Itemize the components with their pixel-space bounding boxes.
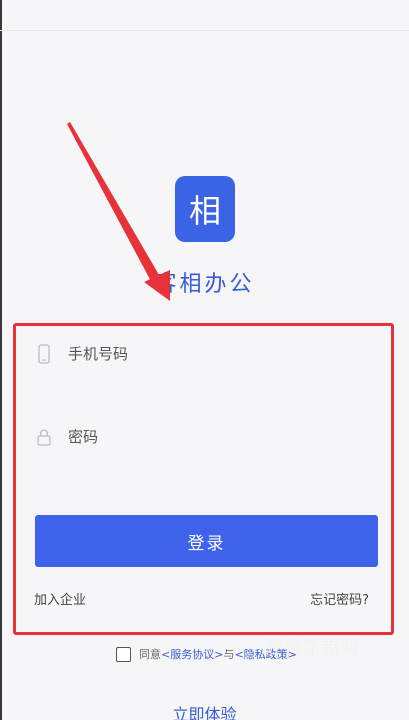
phone-field[interactable]: [34, 336, 374, 372]
join-company-link[interactable]: 加入企业: [34, 589, 86, 608]
watermark-text: 还传下载站: [266, 638, 362, 657]
login-button[interactable]: 登录: [35, 515, 378, 567]
password-input[interactable]: [66, 427, 350, 447]
agreement-joiner: 与: [223, 648, 235, 661]
logo-glyph: 相: [188, 192, 221, 230]
phone-input[interactable]: [66, 344, 350, 364]
phone-icon: [34, 343, 54, 365]
app-title: 客相办公: [154, 272, 255, 297]
forgot-password-link[interactable]: 忘记密码?: [310, 589, 369, 608]
agreement-checkbox[interactable]: [116, 646, 131, 662]
service-agreement-link[interactable]: <服务协议>: [161, 646, 223, 662]
agreement-prefix: 同意: [139, 648, 161, 661]
left-edge-line: [0, 0, 2, 720]
top-divider: [0, 30, 409, 31]
login-screen: 相 客相办公 登录 加入企业 忘记密码? 同意 <服务协议> 与: [0, 0, 409, 720]
try-now-link[interactable]: 立即体验: [0, 701, 409, 720]
app-logo: 相: [175, 176, 235, 242]
lock-icon: [34, 426, 54, 448]
password-field[interactable]: [34, 419, 374, 455]
